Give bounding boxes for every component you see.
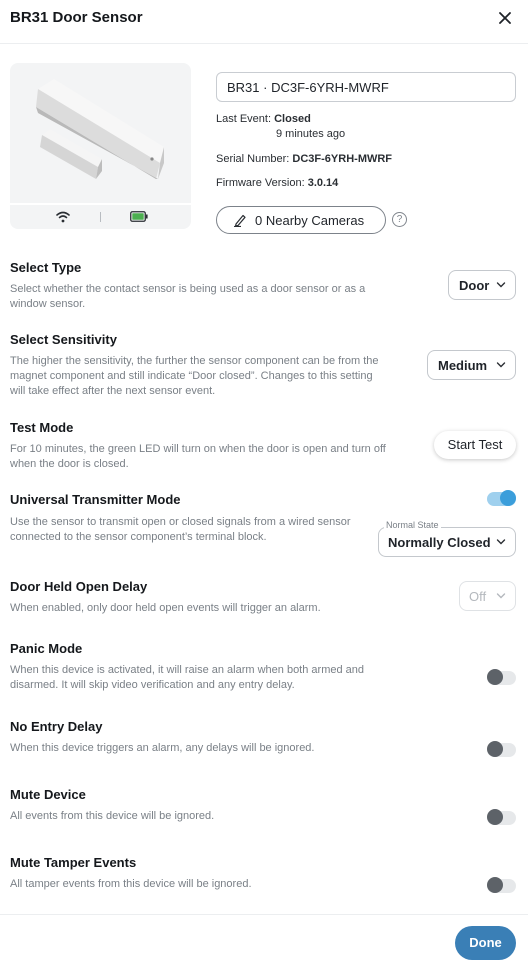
normal-state-value: Normally Closed (388, 535, 491, 550)
type-select-value: Door (459, 278, 490, 293)
last-event-value: Closed (274, 113, 311, 125)
door-held-open-select[interactable]: Off (459, 581, 516, 611)
pencil-icon (234, 214, 246, 227)
no-entry-delay-toggle[interactable] (487, 741, 516, 757)
panic-mode-title: Panic Mode (10, 641, 83, 656)
dialog-title: BR31 Door Sensor (10, 9, 143, 26)
type-select[interactable]: Door (448, 270, 516, 300)
firmware-version-row: Firmware Version: 3.0.14 (216, 177, 338, 189)
test-mode-description: For 10 minutes, the green LED will turn … (10, 443, 386, 470)
sensor-product-image (36, 79, 164, 179)
device-name-input[interactable] (216, 72, 516, 102)
select-sensitivity-title: Select Sensitivity (10, 332, 117, 347)
chevron-down-icon (496, 362, 506, 368)
toggle-knob (487, 809, 503, 825)
toggle-knob (500, 490, 516, 506)
dialog-header: BR31 Door Sensor (0, 0, 528, 44)
mute-device-description: All events from this device will be igno… (10, 810, 215, 822)
door-held-open-value: Off (469, 589, 487, 604)
normal-state-select[interactable]: Normally Closed (378, 527, 516, 557)
no-entry-delay-title: No Entry Delay (10, 719, 103, 734)
last-event-row: Last Event: Closed (216, 113, 311, 125)
last-event-time: 9 minutes ago (276, 128, 346, 140)
normal-state-label: Normal State (384, 520, 441, 530)
toggle-knob (487, 669, 503, 685)
chevron-down-icon (496, 282, 506, 288)
serial-number-value: DC3F-6YRH-MWRF (292, 153, 393, 165)
select-type-title: Select Type (10, 260, 82, 275)
door-held-open-title: Door Held Open Delay (10, 579, 148, 594)
toggle-knob (487, 741, 503, 757)
last-event-label: Last Event: (216, 113, 272, 125)
panic-mode-toggle[interactable] (487, 669, 516, 685)
universal-transmitter-toggle[interactable] (487, 490, 516, 506)
mute-device-title: Mute Device (10, 787, 86, 802)
serial-number-label: Serial Number: (216, 153, 290, 165)
device-status-bar (10, 203, 191, 229)
sensitivity-select[interactable]: Medium (427, 350, 516, 380)
wifi-signal-icon (56, 211, 70, 223)
universal-transmitter-description: Use the sensor to transmit open or close… (10, 516, 351, 543)
start-test-button[interactable]: Start Test (434, 431, 516, 459)
no-entry-delay-description: When this device triggers an alarm, any … (10, 742, 315, 754)
chevron-down-icon (496, 593, 506, 599)
door-held-open-description: When enabled, only door held open events… (10, 602, 321, 614)
universal-transmitter-title: Universal Transmitter Mode (10, 492, 181, 507)
select-sensitivity-description: The higher the sensitivity, the further … (10, 355, 379, 397)
close-icon[interactable] (496, 9, 514, 27)
firmware-version-label: Firmware Version: (216, 177, 305, 189)
battery-full-icon (130, 211, 148, 222)
panic-mode-description: When this device is activated, it will r… (10, 664, 365, 691)
nearby-cameras-label: 0 Nearby Cameras (255, 213, 365, 228)
test-mode-title: Test Mode (10, 420, 74, 435)
toggle-knob (487, 877, 503, 893)
status-divider (100, 212, 101, 222)
chevron-down-icon (496, 539, 506, 545)
select-type-description: Select whether the contact sensor is bei… (10, 283, 366, 310)
dialog-footer (0, 914, 528, 964)
device-image-card (10, 63, 191, 229)
mute-tamper-description: All tamper events from this device will … (10, 878, 252, 890)
mute-tamper-toggle[interactable] (487, 877, 516, 893)
mute-device-toggle[interactable] (487, 809, 516, 825)
mute-tamper-title: Mute Tamper Events (10, 855, 137, 870)
nearby-cameras-button[interactable]: 0 Nearby Cameras (216, 206, 386, 234)
help-icon[interactable]: ? (392, 212, 407, 227)
sensitivity-select-value: Medium (438, 358, 488, 373)
firmware-version-value: 3.0.14 (307, 177, 339, 189)
serial-number-row: Serial Number: DC3F-6YRH-MWRF (216, 153, 392, 165)
done-button[interactable]: Done (455, 926, 516, 960)
